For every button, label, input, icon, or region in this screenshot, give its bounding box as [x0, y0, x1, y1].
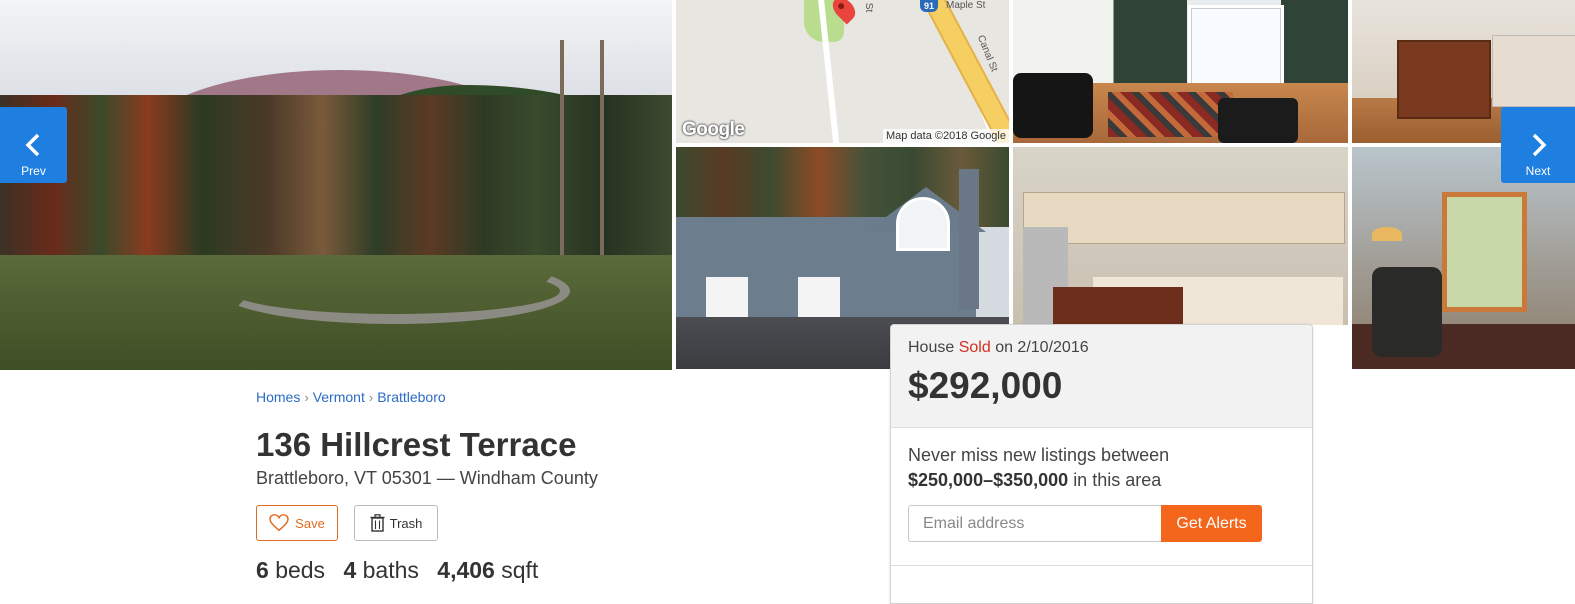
breadcrumb-separator: › — [368, 390, 374, 405]
chevron-right-icon — [1532, 133, 1547, 157]
garage-door — [798, 277, 840, 317]
alert-message: Never miss new listings between $250,000… — [908, 443, 1298, 493]
alert-suffix: in this area — [1073, 470, 1162, 490]
baths-stat: 4 baths — [343, 557, 418, 583]
save-label: Save — [295, 515, 325, 531]
autumn-trees — [0, 95, 672, 275]
sold-price: $292,000 — [908, 365, 1063, 406]
map-street-label: St — [863, 2, 875, 13]
cabinet — [1492, 35, 1575, 107]
heart-icon — [269, 514, 289, 532]
sold-status-line: House Sold on 2/10/2016 — [908, 339, 1089, 357]
email-input[interactable] — [908, 505, 1162, 542]
kitchen-photo[interactable] — [1013, 147, 1348, 325]
map-highway — [916, 0, 1009, 143]
save-button[interactable]: Save — [256, 505, 338, 541]
alert-price-range: $250,000–$350,000 — [908, 470, 1069, 490]
google-logo: Google — [682, 119, 745, 140]
beds-label: beds — [275, 557, 326, 583]
baths-value: 4 — [343, 557, 357, 583]
rug — [1108, 92, 1233, 137]
chair — [1372, 267, 1442, 357]
arched-window — [896, 197, 950, 251]
breadcrumb-brattleboro[interactable]: Brattleboro — [377, 389, 445, 405]
alert-prefix: Never miss new listings between — [908, 445, 1170, 465]
route-shield-icon: 91 — [920, 0, 938, 12]
sofa — [1013, 73, 1093, 138]
breadcrumb-separator: › — [304, 390, 309, 405]
cabinet — [1397, 40, 1491, 119]
tree-trunk — [600, 40, 604, 270]
main-photo-landscape[interactable] — [0, 0, 672, 370]
road — [220, 258, 570, 324]
listing-address: 136 Hillcrest Terrace — [256, 426, 577, 463]
sold-card-header: House Sold on 2/10/2016 $292,000 — [891, 325, 1312, 428]
trash-button[interactable]: Trash — [354, 505, 438, 541]
living-room-photo[interactable] — [1013, 0, 1348, 143]
french-doors — [1442, 192, 1527, 312]
map-attribution: Map data ©2018 Google — [882, 129, 1009, 143]
tree-trunk — [560, 40, 564, 270]
prev-button[interactable]: Prev — [0, 107, 67, 183]
property-stats: 6 beds 4 baths 4,406 sqft — [256, 557, 550, 584]
next-label: Next — [1525, 164, 1551, 178]
sqft-value: 4,406 — [437, 557, 495, 583]
listing-city-line: Brattleboro, VT 05301 — Windham County — [256, 468, 598, 488]
baths-label: baths — [362, 557, 419, 583]
breadcrumb-vermont[interactable]: Vermont — [313, 389, 365, 405]
beds-stat: 6 beds — [256, 557, 325, 583]
map-street-label: Maple St — [946, 0, 986, 11]
property-type: House — [908, 339, 955, 356]
lamp — [1372, 227, 1402, 241]
chimney — [959, 169, 979, 309]
sold-date: on 2/10/2016 — [995, 339, 1089, 356]
get-alerts-button[interactable]: Get Alerts — [1161, 505, 1262, 542]
garage-door — [706, 277, 748, 317]
map-thumbnail[interactable]: 91 St Maple St Canal St Google Map data … — [676, 0, 1009, 143]
sold-status: Sold — [958, 339, 991, 356]
sold-price-card: House Sold on 2/10/2016 $292,000 Never m… — [890, 324, 1313, 604]
breadcrumb: Homes › Vermont › Brattleboro — [256, 389, 446, 405]
card-divider — [891, 565, 1312, 566]
chevron-left-icon — [25, 133, 39, 157]
sqft-label: sqft — [501, 557, 539, 583]
sofa — [1218, 98, 1298, 143]
prev-label: Prev — [21, 164, 46, 178]
kitchen-island — [1053, 287, 1183, 325]
trash-label: Trash — [389, 515, 423, 531]
photo-gallery: 91 St Maple St Canal St Google Map data … — [0, 0, 1575, 371]
breadcrumb-homes[interactable]: Homes — [256, 389, 300, 405]
next-button[interactable]: Next — [1501, 107, 1575, 183]
upper-cabinets — [1023, 192, 1345, 244]
sqft-stat: 4,406 sqft — [437, 557, 538, 583]
beds-value: 6 — [256, 557, 269, 583]
trash-icon — [370, 514, 385, 532]
